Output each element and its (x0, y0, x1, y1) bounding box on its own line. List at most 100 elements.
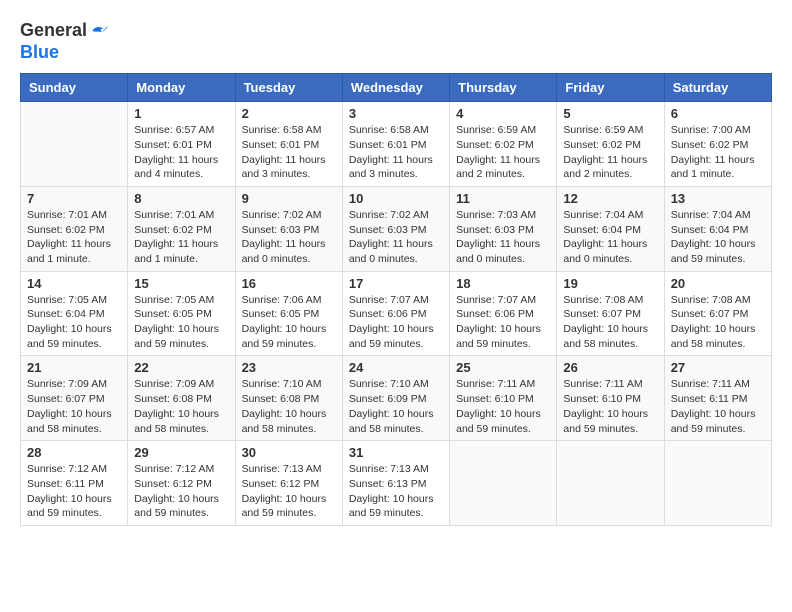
day-number: 19 (563, 276, 657, 291)
calendar-cell (664, 441, 771, 526)
logo-general: General (20, 20, 87, 42)
calendar-cell: 5Sunrise: 6:59 AM Sunset: 6:02 PM Daylig… (557, 102, 664, 187)
day-info: Sunrise: 7:11 AM Sunset: 6:11 PM Dayligh… (671, 377, 765, 436)
calendar-cell: 28 Sunrise: 7:12 AM Sunset: 6:11 PM Dayli… (21, 441, 128, 526)
day-number: 6 (671, 106, 765, 121)
calendar-cell (450, 441, 557, 526)
col-header-thursday: Thursday (450, 74, 557, 102)
col-header-sunday: Sunday (21, 74, 128, 102)
logo-blue: Blue (20, 42, 109, 64)
day-number: 9 (242, 191, 336, 206)
calendar-cell: 17 Sunrise: 7:07 AM Sunset: 6:06 PM Dayli… (342, 271, 449, 356)
day-info: Sunrise: 7:12 AM Sunset: 6:11 PM Dayligh… (27, 462, 121, 521)
day-number: 18 (456, 276, 550, 291)
day-number: 17 (349, 276, 443, 291)
day-number: 1 (134, 106, 228, 121)
calendar-cell: 30 Sunrise: 7:13 AM Sunset: 6:12 PM Dayli… (235, 441, 342, 526)
calendar-cell: 10 Sunrise: 7:02 AM Sunset: 6:03 PM Dayli… (342, 186, 449, 271)
day-number: 8 (134, 191, 228, 206)
day-info: Sunrise: 7:04 AM Sunset: 6:04 PM Dayligh… (671, 208, 765, 267)
day-info: Sunrise: 6:59 AM Sunset: 6:02 PM Dayligh… (456, 123, 550, 182)
calendar-cell: 13 Sunrise: 7:04 AM Sunset: 6:04 PM Dayli… (664, 186, 771, 271)
day-number: 2 (242, 106, 336, 121)
day-info: Sunrise: 7:03 AM Sunset: 6:03 PM Dayligh… (456, 208, 550, 267)
day-number: 27 (671, 360, 765, 375)
day-info: Sunrise: 7:01 AM Sunset: 6:02 PM Dayligh… (134, 208, 228, 267)
calendar-cell: 24Sunrise: 7:10 AM Sunset: 6:09 PM Dayli… (342, 356, 449, 441)
day-number: 7 (27, 191, 121, 206)
day-info: Sunrise: 7:02 AM Sunset: 6:03 PM Dayligh… (349, 208, 443, 267)
week-row-4: 21Sunrise: 7:09 AM Sunset: 6:07 PM Dayli… (21, 356, 772, 441)
day-info: Sunrise: 7:11 AM Sunset: 6:10 PM Dayligh… (563, 377, 657, 436)
calendar-cell: 26 Sunrise: 7:11 AM Sunset: 6:10 PM Dayli… (557, 356, 664, 441)
col-header-saturday: Saturday (664, 74, 771, 102)
day-number: 12 (563, 191, 657, 206)
day-number: 28 (27, 445, 121, 460)
col-header-friday: Friday (557, 74, 664, 102)
day-info: Sunrise: 7:05 AM Sunset: 6:05 PM Dayligh… (134, 293, 228, 352)
calendar-cell: 19 Sunrise: 7:08 AM Sunset: 6:07 PM Dayli… (557, 271, 664, 356)
calendar-cell: 21Sunrise: 7:09 AM Sunset: 6:07 PM Dayli… (21, 356, 128, 441)
day-number: 13 (671, 191, 765, 206)
calendar-cell: 9 Sunrise: 7:02 AM Sunset: 6:03 PM Daylig… (235, 186, 342, 271)
page-header: General Blue (20, 20, 772, 63)
day-info: Sunrise: 7:07 AM Sunset: 6:06 PM Dayligh… (349, 293, 443, 352)
day-info: Sunrise: 7:08 AM Sunset: 6:07 PM Dayligh… (563, 293, 657, 352)
day-number: 10 (349, 191, 443, 206)
calendar-cell: 14Sunrise: 7:05 AM Sunset: 6:04 PM Dayli… (21, 271, 128, 356)
col-header-monday: Monday (128, 74, 235, 102)
day-info: Sunrise: 6:57 AM Sunset: 6:01 PM Dayligh… (134, 123, 228, 182)
calendar-cell (557, 441, 664, 526)
day-number: 20 (671, 276, 765, 291)
week-row-1: 1 Sunrise: 6:57 AM Sunset: 6:01 PM Daylig… (21, 102, 772, 187)
col-header-wednesday: Wednesday (342, 74, 449, 102)
day-number: 25 (456, 360, 550, 375)
calendar-cell (21, 102, 128, 187)
day-info: Sunrise: 7:11 AM Sunset: 6:10 PM Dayligh… (456, 377, 550, 436)
day-info: Sunrise: 6:58 AM Sunset: 6:01 PM Dayligh… (349, 123, 443, 182)
day-info: Sunrise: 6:58 AM Sunset: 6:01 PM Dayligh… (242, 123, 336, 182)
week-row-2: 7 Sunrise: 7:01 AM Sunset: 6:02 PM Daylig… (21, 186, 772, 271)
day-info: Sunrise: 7:07 AM Sunset: 6:06 PM Dayligh… (456, 293, 550, 352)
calendar-header-row: SundayMondayTuesdayWednesdayThursdayFrid… (21, 74, 772, 102)
calendar-cell: 4 Sunrise: 6:59 AM Sunset: 6:02 PM Daylig… (450, 102, 557, 187)
calendar-table: SundayMondayTuesdayWednesdayThursdayFrid… (20, 73, 772, 526)
calendar-cell: 6 Sunrise: 7:00 AM Sunset: 6:02 PM Daylig… (664, 102, 771, 187)
day-number: 29 (134, 445, 228, 460)
calendar-cell: 22Sunrise: 7:09 AM Sunset: 6:08 PM Dayli… (128, 356, 235, 441)
day-info: Sunrise: 7:09 AM Sunset: 6:07 PM Dayligh… (27, 377, 121, 436)
day-number: 23 (242, 360, 336, 375)
calendar-cell: 12 Sunrise: 7:04 AM Sunset: 6:04 PM Dayli… (557, 186, 664, 271)
day-info: Sunrise: 7:13 AM Sunset: 6:12 PM Dayligh… (242, 462, 336, 521)
day-info: Sunrise: 7:00 AM Sunset: 6:02 PM Dayligh… (671, 123, 765, 182)
calendar-cell: 7 Sunrise: 7:01 AM Sunset: 6:02 PM Daylig… (21, 186, 128, 271)
day-info: Sunrise: 7:10 AM Sunset: 6:09 PM Dayligh… (349, 377, 443, 436)
day-number: 22 (134, 360, 228, 375)
calendar-cell: 18 Sunrise: 7:07 AM Sunset: 6:06 PM Dayli… (450, 271, 557, 356)
day-number: 4 (456, 106, 550, 121)
day-info: Sunrise: 7:10 AM Sunset: 6:08 PM Dayligh… (242, 377, 336, 436)
calendar-cell: 25 Sunrise: 7:11 AM Sunset: 6:10 PM Dayli… (450, 356, 557, 441)
day-info: Sunrise: 6:59 AM Sunset: 6:02 PM Dayligh… (563, 123, 657, 182)
calendar-cell: 27 Sunrise: 7:11 AM Sunset: 6:11 PM Dayli… (664, 356, 771, 441)
calendar-cell: 1 Sunrise: 6:57 AM Sunset: 6:01 PM Daylig… (128, 102, 235, 187)
day-number: 31 (349, 445, 443, 460)
day-number: 11 (456, 191, 550, 206)
day-number: 30 (242, 445, 336, 460)
day-number: 3 (349, 106, 443, 121)
day-number: 15 (134, 276, 228, 291)
day-info: Sunrise: 7:05 AM Sunset: 6:04 PM Dayligh… (27, 293, 121, 352)
calendar-cell: 3 Sunrise: 6:58 AM Sunset: 6:01 PM Daylig… (342, 102, 449, 187)
calendar-cell: 11 Sunrise: 7:03 AM Sunset: 6:03 PM Dayli… (450, 186, 557, 271)
day-info: Sunrise: 7:13 AM Sunset: 6:13 PM Dayligh… (349, 462, 443, 521)
day-info: Sunrise: 7:12 AM Sunset: 6:12 PM Dayligh… (134, 462, 228, 521)
day-info: Sunrise: 7:08 AM Sunset: 6:07 PM Dayligh… (671, 293, 765, 352)
day-info: Sunrise: 7:02 AM Sunset: 6:03 PM Dayligh… (242, 208, 336, 267)
logo: General Blue (20, 20, 109, 63)
calendar-cell: 15 Sunrise: 7:05 AM Sunset: 6:05 PM Dayli… (128, 271, 235, 356)
day-info: Sunrise: 7:01 AM Sunset: 6:02 PM Dayligh… (27, 208, 121, 267)
day-info: Sunrise: 7:04 AM Sunset: 6:04 PM Dayligh… (563, 208, 657, 267)
day-number: 26 (563, 360, 657, 375)
calendar-cell: 16Sunrise: 7:06 AM Sunset: 6:05 PM Dayli… (235, 271, 342, 356)
calendar-cell: 8 Sunrise: 7:01 AM Sunset: 6:02 PM Daylig… (128, 186, 235, 271)
